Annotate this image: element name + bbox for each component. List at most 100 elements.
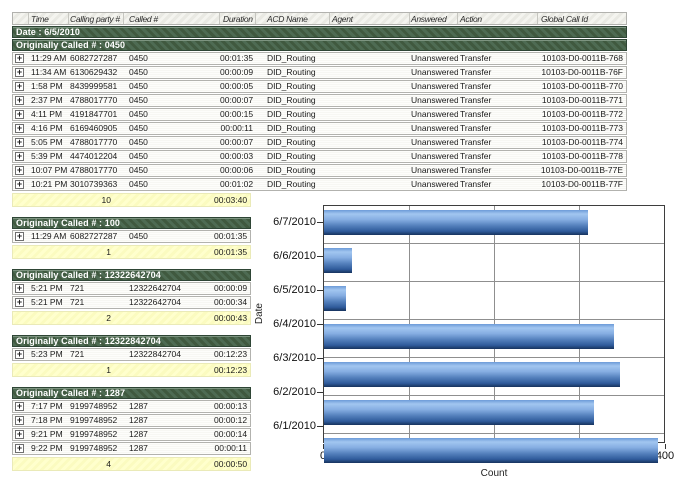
chart-bar-6-3-2010 [324,362,620,387]
table-row[interactable]: + 5:23 PM 721 12322842704 00:12:23 [12,348,251,361]
table-row[interactable]: + 10:21 PM 3010739363 0450 00:01:02 DID_… [12,178,627,191]
cell-called: 12322642704 [124,297,214,308]
expand-icon[interactable]: + [15,180,24,189]
cell-duration: 00:00:09 [214,283,250,294]
chart-band [324,248,664,282]
expand-icon[interactable]: + [15,166,24,175]
y-tick-label: 6/5/2010 [252,283,316,297]
table-row[interactable]: + 4:11 PM 4191847701 0450 00:00:15 DID_R… [12,108,627,121]
table-row[interactable]: + 5:21 PM 721 12322642704 00:00:09 [12,282,251,295]
cell-global-call-id: 10103-D0-0011B-77F [538,179,626,190]
expand-icon[interactable]: + [15,54,24,63]
cell-action: Transfer [458,165,538,176]
header-time[interactable]: Time [29,13,69,24]
table-row[interactable]: + 7:17 PM 9199748952 1287 00:00:13 [12,400,251,413]
header-answered[interactable]: Answered [410,13,458,24]
cell-acd-name: DID_Routing [256,81,330,92]
cell-called: 0450 [124,123,220,134]
cell-acd-name: DID_Routing [256,165,330,176]
chart-band [324,400,664,434]
cell-answered: Unanswered [410,165,458,176]
expand-icon[interactable]: + [15,124,24,133]
y-tick-mark [317,290,323,291]
expand-icon[interactable]: + [15,232,24,241]
cell-time: 4:16 PM [29,123,69,134]
table-row[interactable]: + 11:34 AM 6130629432 0450 00:00:09 DID_… [12,66,627,79]
cell-acd-name: DID_Routing [256,137,330,148]
cell-action: Transfer [458,137,538,148]
header-acd-name[interactable]: ACD Name [256,13,330,24]
cell-calling-party: 4191847701 [69,109,124,120]
cell-duration: 00:00:11 [220,123,256,134]
cell-calling-party: 6169460905 [69,123,124,134]
expand-icon[interactable]: + [15,444,24,453]
header-called[interactable]: Called # [124,13,220,24]
cell-action: Transfer [458,67,538,78]
table-row[interactable]: + 9:21 PM 9199748952 1287 00:00:14 [12,428,251,441]
expand-icon[interactable]: + [15,110,24,119]
cell-duration: 00:00:06 [220,165,256,176]
expand-icon[interactable]: + [15,138,24,147]
cell-calling-party: 3010739363 [69,179,124,190]
expand-icon[interactable]: + [15,284,24,293]
cell-answered: Unanswered [410,179,458,190]
chart-band [324,286,664,320]
table-row[interactable]: + 7:18 PM 9199748952 1287 00:00:12 [12,414,251,427]
cell-global-call-id: 10103-D0-0011B-771 [538,95,626,106]
expand-icon[interactable]: + [15,402,24,411]
cell-duration: 00:12:23 [214,349,250,360]
expand-icon[interactable]: + [15,82,24,91]
cell-action: Transfer [458,95,538,106]
table-row[interactable]: + 5:05 PM 4788017770 0450 00:00:07 DID_R… [12,136,627,149]
table-row[interactable]: + 10:07 PM 4788017770 0450 00:00:06 DID_… [12,164,627,177]
cell-action: Transfer [458,151,538,162]
cell-called: 0450 [124,109,220,120]
table-row[interactable]: + 5:21 PM 721 12322642704 00:00:34 [12,296,251,309]
cell-answered: Unanswered [410,123,458,134]
table-row[interactable]: + 4:16 PM 6169460905 0450 00:00:11 DID_R… [12,122,627,135]
calls-by-date-chart: Date 6/7/20106/6/20106/5/20106/4/20106/3… [252,200,676,485]
expand-icon[interactable]: + [15,68,24,77]
cell-called: 0450 [124,231,214,242]
y-tick-label: 6/7/2010 [252,215,316,229]
cell-answered: Unanswered [410,137,458,148]
group-header: Originally Called # : 12322642704 [12,269,251,281]
chart-bar-6-1-2010 [324,438,658,463]
table-row[interactable]: + 11:29 AM 6082727287 0450 00:01:35 [12,230,251,243]
header-global-call-id[interactable]: Global Call Id [538,13,626,24]
cell-called: 0450 [124,67,220,78]
y-tick-label: 6/3/2010 [252,351,316,365]
cell-answered: Unanswered [410,109,458,120]
expand-icon[interactable]: + [15,298,24,307]
table-row[interactable]: + 2:37 PM 4788017770 0450 00:00:07 DID_R… [12,94,627,107]
group-summary: 2 00:00:43 [12,311,251,325]
table-row[interactable]: + 5:39 PM 4474012204 0450 00:00:03 DID_R… [12,150,627,163]
expand-icon[interactable]: + [15,96,24,105]
table-row[interactable]: + 11:29 AM 6082727287 0450 00:01:35 DID_… [12,52,627,65]
table-row[interactable]: + 1:58 PM 8439999581 0450 00:00:05 DID_R… [12,80,627,93]
cell-acd-name: DID_Routing [256,95,330,106]
table-row[interactable]: + 9:22 PM 9199748952 1287 00:00:11 [12,442,251,455]
header-duration[interactable]: Duration [220,13,256,24]
chart-band [324,362,664,396]
header-action[interactable]: Action [458,13,538,24]
expand-icon[interactable]: + [15,350,24,359]
header-calling-party[interactable]: Calling party # [69,13,124,24]
cell-time: 5:23 PM [29,349,69,360]
group-header: Originally Called # : 100 [12,217,251,229]
call-group: Originally Called # : 12322642704 + 5:21… [12,269,251,325]
cell-time: 5:21 PM [29,297,69,308]
y-tick-mark [317,426,323,427]
x-tick-mark [665,444,666,449]
cell-time: 11:34 AM [29,67,69,78]
cell-time: 5:05 PM [29,137,69,148]
cell-calling-party: 6082727287 [69,231,124,242]
expand-icon[interactable]: + [15,152,24,161]
cell-time: 9:21 PM [29,429,69,440]
cell-action: Transfer [458,179,538,190]
expand-icon[interactable]: + [15,430,24,439]
expand-icon[interactable]: + [15,416,24,425]
group-summary: 1 00:01:35 [12,245,251,259]
header-agent[interactable]: Agent [330,13,410,24]
group-header: Originally Called # : 1287 [12,387,251,399]
